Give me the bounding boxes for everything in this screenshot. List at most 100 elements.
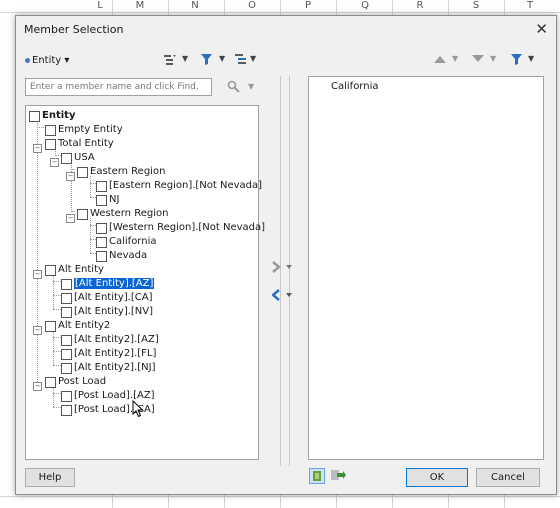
find-icon[interactable] <box>227 80 241 96</box>
tree-node-label: [Alt Entity].[CA] <box>74 292 153 303</box>
collapse-toggle[interactable]: − <box>33 270 42 279</box>
chevron-down-icon[interactable]: ▼ <box>528 54 534 63</box>
column-header: Q <box>361 0 369 11</box>
tree-node-label: [Alt Entity].[AZ] <box>74 278 155 289</box>
collapse-toggle[interactable]: − <box>33 144 42 153</box>
member-search-input[interactable] <box>25 78 212 96</box>
tree-node-label: Alt Entity <box>58 264 104 275</box>
member-checkbox[interactable] <box>45 138 56 150</box>
member-checkbox[interactable] <box>96 236 107 248</box>
tree-node-label: Post Load <box>58 376 107 387</box>
tree-node-selected[interactable]: [Alt Entity].[AZ] <box>61 277 155 291</box>
member-checkbox[interactable] <box>61 152 72 164</box>
dimension-dropdown[interactable]: Entity ▾ <box>25 55 69 66</box>
chevron-down-icon[interactable]: ▼ <box>219 54 225 63</box>
filter-icon[interactable] <box>511 54 522 68</box>
collapse-toggle[interactable]: − <box>66 214 75 223</box>
member-checkbox[interactable] <box>61 362 72 374</box>
tree-node-label: Empty Entity <box>58 124 123 135</box>
member-checkbox[interactable] <box>61 334 72 346</box>
member-checkbox[interactable] <box>61 292 72 304</box>
column-header: T <box>526 0 534 11</box>
tree-node[interactable]: Total Entity <box>45 137 114 151</box>
member-checkbox[interactable] <box>96 194 107 206</box>
tree-node[interactable]: Alt Entity2 <box>45 319 110 333</box>
tree-node[interactable]: Western Region <box>77 207 168 221</box>
tree-node[interactable]: Nevada <box>96 249 147 263</box>
tree-node[interactable]: [Alt Entity2].[FL] <box>61 347 156 361</box>
close-icon[interactable]: ✕ <box>535 20 548 38</box>
tree-node[interactable]: [Alt Entity].[CA] <box>61 291 153 305</box>
tree-node[interactable]: NJ <box>96 193 119 207</box>
tree-node[interactable]: [Alt Entity2].[AZ] <box>61 333 159 347</box>
tree-node[interactable]: Post Load <box>45 375 106 389</box>
tree-node-label: Western Region <box>90 208 169 219</box>
tree-node[interactable]: [Alt Entity2].[NJ] <box>61 361 156 375</box>
filter-icon[interactable] <box>201 54 212 68</box>
member-checkbox[interactable] <box>45 124 56 136</box>
collapse-toggle[interactable]: − <box>33 382 42 391</box>
member-checkbox[interactable] <box>29 110 40 122</box>
member-checkbox[interactable] <box>45 320 56 332</box>
tree-node[interactable]: [Alt Entity].[NV] <box>61 305 153 319</box>
tree-node-label: Alt Entity2 <box>58 320 111 331</box>
tree-node[interactable]: Empty Entity <box>45 123 123 137</box>
tree-node[interactable]: USA <box>61 151 95 165</box>
cancel-button[interactable]: Cancel <box>476 468 540 487</box>
remove-member-button[interactable] <box>271 289 292 305</box>
tree-node-label: [Eastern Region].[Not Nevada] <box>109 180 263 191</box>
tree-node[interactable]: [Western Region].[Not Nevada] <box>96 221 265 235</box>
tree-node[interactable]: Eastern Region <box>77 165 165 179</box>
column-header: L <box>97 0 103 11</box>
column-header: P <box>304 0 312 11</box>
column-header: O <box>248 0 256 11</box>
tree-node-label: USA <box>74 152 95 163</box>
member-checkbox[interactable] <box>45 376 56 388</box>
tree-node-label: California <box>109 236 157 247</box>
tree-node[interactable]: Alt Entity <box>45 263 104 277</box>
member-selection-dialog: Member Selection ✕ Entity ▾ ▼ ▼ ▼ ▼ ▼ ▼ … <box>15 15 557 495</box>
tree-node[interactable]: California <box>96 235 157 249</box>
member-checkbox[interactable] <box>77 166 88 178</box>
member-checkbox[interactable] <box>77 208 88 220</box>
add-member-button[interactable] <box>272 261 292 277</box>
member-checkbox[interactable] <box>61 348 72 360</box>
dialog-title: Member Selection <box>24 23 124 36</box>
member-checkbox[interactable] <box>45 264 56 276</box>
chevron-down-icon[interactable]: ▼ <box>248 82 254 91</box>
move-up-icon[interactable] <box>434 54 446 67</box>
chevron-down-icon[interactable]: ▼ <box>452 54 458 63</box>
tree-node-label: [Alt Entity2].[FL] <box>74 348 157 359</box>
dimension-label: Entity <box>32 55 62 66</box>
member-checkbox[interactable] <box>61 278 72 290</box>
member-checkbox[interactable] <box>61 390 72 402</box>
column-header: R <box>416 0 424 11</box>
member-checkbox[interactable] <box>96 250 107 262</box>
member-checkbox[interactable] <box>96 180 107 192</box>
view-options-icon[interactable] <box>164 54 176 68</box>
tree-node-label: Nevada <box>109 250 148 261</box>
tree-node[interactable]: [Eastern Region].[Not Nevada] <box>96 179 262 193</box>
export-icon[interactable] <box>330 468 346 484</box>
chevron-down-icon[interactable]: ▼ <box>182 54 188 63</box>
chevron-down-icon[interactable]: ▼ <box>490 54 496 63</box>
ok-button[interactable]: OK <box>406 468 468 487</box>
chevron-down-icon[interactable]: ▼ <box>250 54 256 63</box>
collapse-toggle[interactable]: − <box>33 326 42 335</box>
move-down-icon[interactable] <box>472 54 484 67</box>
collapse-toggle[interactable]: − <box>50 158 59 167</box>
selected-member-item[interactable]: California <box>331 81 379 92</box>
member-checkbox[interactable] <box>61 404 72 416</box>
refresh-icon[interactable] <box>309 468 325 484</box>
tree-node-entity[interactable]: Entity <box>29 109 75 123</box>
member-checkbox[interactable] <box>61 306 72 318</box>
tree-node-label: [Western Region].[Not Nevada] <box>109 222 266 233</box>
column-header: N <box>191 0 199 11</box>
tree-node-label: [Alt Entity].[NV] <box>74 306 154 317</box>
member-checkbox[interactable] <box>96 222 107 234</box>
tree-node-label: [Alt Entity2].[AZ] <box>74 334 159 345</box>
tree-options-icon[interactable] <box>235 54 248 68</box>
collapse-toggle[interactable]: − <box>66 172 75 181</box>
help-button[interactable]: Help <box>25 468 75 487</box>
selection-list: California <box>308 76 544 460</box>
